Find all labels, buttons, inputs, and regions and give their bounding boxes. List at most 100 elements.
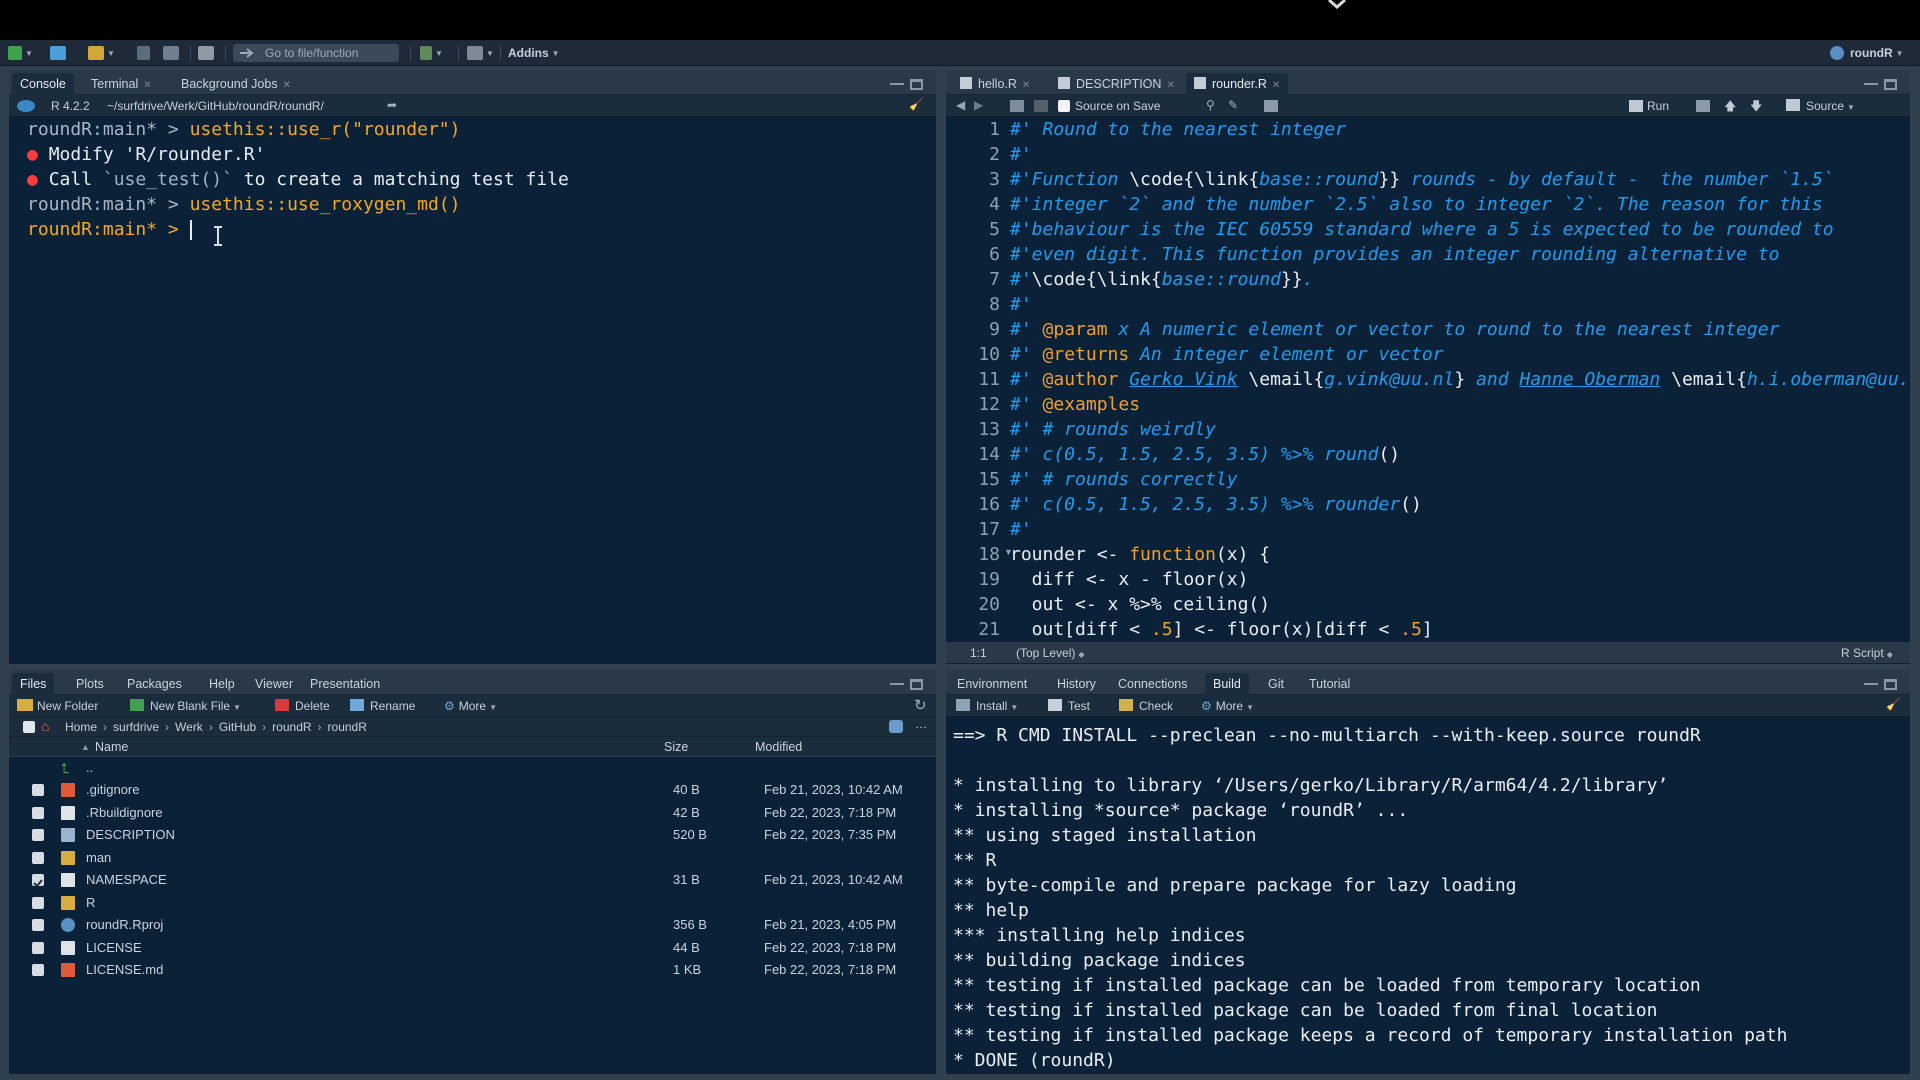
tab-git[interactable]: Git (1260, 673, 1292, 695)
file-name[interactable]: DESCRIPTION (86, 824, 175, 846)
column-size[interactable]: Size (664, 737, 688, 757)
file-checkbox[interactable] (32, 806, 44, 819)
tab-rounder-r[interactable]: rounder.R ✕ (1186, 73, 1289, 95)
pane-window-controls[interactable] (890, 679, 926, 691)
minimize-icon[interactable] (1864, 83, 1878, 85)
file-name[interactable]: roundR.Rproj (86, 914, 163, 936)
file-row[interactable]: LICENSE.md 1 KB Feb 22, 2023, 7:18 PM (9, 959, 936, 981)
minimize-icon[interactable] (1864, 683, 1878, 685)
save-button[interactable] (137, 44, 150, 62)
file-checkbox[interactable] (32, 964, 44, 976)
file-name[interactable]: R (86, 892, 95, 914)
file-row[interactable]: LICENSE 44 B Feb 22, 2023, 7:18 PM (9, 937, 936, 959)
file-checkbox[interactable] (32, 874, 44, 888)
maximize-icon[interactable] (910, 679, 923, 690)
clear-build-icon[interactable]: 🧹 (1886, 697, 1901, 711)
breadcrumb-item[interactable]: roundR (328, 720, 367, 734)
file-row[interactable]: NAMESPACE 31 B Feb 21, 2023, 10:42 AM (9, 869, 936, 891)
more-button[interactable]: ⚙ More ▼ (1201, 699, 1254, 713)
go-to-dir-icon[interactable]: ➦ (387, 98, 397, 112)
refresh-icon[interactable]: ↻ (914, 696, 927, 714)
tab-terminal[interactable]: Terminal ✕ (83, 73, 160, 95)
new-blank-file-button[interactable]: New Blank File ▼ (130, 699, 241, 713)
file-checkbox[interactable] (32, 784, 44, 796)
tab-console[interactable]: Console (12, 73, 74, 95)
column-name[interactable]: Name (95, 737, 128, 757)
print-button[interactable] (198, 44, 214, 62)
column-modified[interactable]: Modified (755, 737, 802, 757)
search-icon[interactable]: ⚲ (1206, 98, 1215, 112)
new-file-button[interactable]: ▼ (8, 44, 33, 62)
vcs-button[interactable]: ▼ (420, 44, 443, 62)
tab-history[interactable]: History (1049, 673, 1104, 695)
minimize-icon[interactable] (890, 83, 904, 85)
tab-plots[interactable]: Plots (68, 673, 112, 695)
save-all-button[interactable] (163, 44, 179, 62)
install-button[interactable]: Install ▼ (956, 699, 1018, 713)
maximize-icon[interactable] (910, 79, 923, 90)
breadcrumb-item[interactable]: GitHub (219, 720, 256, 734)
scope-selector[interactable]: (Top Level) ◆ (1016, 646, 1085, 660)
rerun-icon[interactable] (1696, 100, 1710, 112)
forward-arrow-icon[interactable]: ▶ (974, 98, 983, 112)
file-row[interactable]: R (9, 892, 936, 914)
go-to-dir-icon[interactable] (889, 720, 903, 733)
tab-description[interactable]: DESCRIPTION ✕ (1050, 73, 1183, 95)
file-row[interactable]: roundR.Rproj 356 B Feb 21, 2023, 4:05 PM (9, 914, 936, 936)
breadcrumb-item[interactable]: surfdrive (113, 720, 159, 734)
file-row[interactable]: .Rbuildignore 42 B Feb 22, 2023, 7:18 PM (9, 802, 936, 824)
save-icon[interactable] (1034, 100, 1048, 112)
pane-layout-button[interactable]: ▼ (467, 44, 494, 62)
delete-button[interactable]: Delete (275, 699, 330, 713)
tab-background-jobs[interactable]: Background Jobs ✕ (173, 73, 299, 95)
select-all-checkbox[interactable] (23, 721, 35, 733)
file-checkbox[interactable] (32, 829, 44, 841)
maximize-icon[interactable] (1884, 79, 1897, 90)
pane-window-controls[interactable] (1864, 679, 1900, 691)
fold-chevron-icon[interactable]: ▼ (1004, 547, 1013, 557)
magic-wand-icon[interactable]: ✎ (1228, 98, 1238, 112)
new-folder-button[interactable]: New Folder (17, 699, 98, 713)
file-name[interactable]: man (86, 847, 111, 869)
project-menu[interactable]: roundR ▼ (1830, 44, 1904, 62)
tab-files[interactable]: Files (12, 673, 55, 695)
open-file-button[interactable]: ▼ (88, 44, 115, 62)
tab-help[interactable]: Help (201, 673, 243, 695)
breadcrumb-item[interactable]: Werk (175, 720, 203, 734)
source-on-save-checkbox[interactable] (1058, 100, 1070, 112)
file-name[interactable]: LICENSE (86, 937, 142, 959)
file-row[interactable]: .gitignore 40 B Feb 21, 2023, 10:42 AM (9, 779, 936, 801)
addins-menu[interactable]: Addins ▼ (508, 44, 560, 62)
more-button[interactable]: ⚙ More ▼ (444, 699, 497, 713)
check-button[interactable]: Check (1119, 699, 1173, 713)
file-name[interactable]: .Rbuildignore (86, 802, 163, 824)
tab-viewer[interactable]: Viewer (247, 673, 301, 695)
pane-window-controls[interactable] (890, 79, 926, 91)
compile-report-icon[interactable] (1264, 100, 1278, 112)
file-name[interactable]: LICENSE.md (86, 959, 163, 981)
close-icon[interactable]: ✕ (143, 80, 151, 91)
file-checkbox[interactable] (32, 941, 44, 954)
test-button[interactable]: Test (1048, 699, 1090, 713)
source-button[interactable]: Source ▼ (1786, 99, 1855, 113)
close-icon[interactable]: ✕ (1272, 80, 1280, 91)
back-arrow-icon[interactable]: ◀ (956, 98, 965, 112)
code-editor[interactable]: 1 2 3 4 5 6 7 8 9 10 11 12 13 14 15 16 17 18 19 20 21 #' Rou… (946, 117, 1910, 642)
more-dots-icon[interactable]: … (915, 717, 927, 731)
close-icon[interactable]: ✕ (1022, 80, 1030, 91)
file-name[interactable]: NAMESPACE (86, 869, 167, 891)
tab-hello-r[interactable]: hello.R ✕ (952, 73, 1038, 95)
pane-window-controls[interactable] (1864, 79, 1900, 91)
close-icon[interactable]: ✕ (283, 80, 291, 91)
run-button[interactable]: Run (1647, 99, 1669, 113)
tab-build[interactable]: Build (1205, 673, 1249, 695)
go-to-file-input[interactable]: Go to file/function (233, 44, 399, 62)
file-checkbox[interactable] (32, 896, 44, 909)
arrow-up-icon[interactable]: 🡅 (1724, 97, 1736, 118)
tab-environment[interactable]: Environment (949, 673, 1035, 695)
tab-packages[interactable]: Packages (119, 673, 190, 695)
show-in-window-icon[interactable] (1010, 100, 1024, 112)
file-row[interactable]: man (9, 847, 936, 869)
breadcrumb-item[interactable]: roundR (272, 720, 311, 734)
file-type-selector[interactable]: R Script ◆ (1841, 646, 1893, 660)
